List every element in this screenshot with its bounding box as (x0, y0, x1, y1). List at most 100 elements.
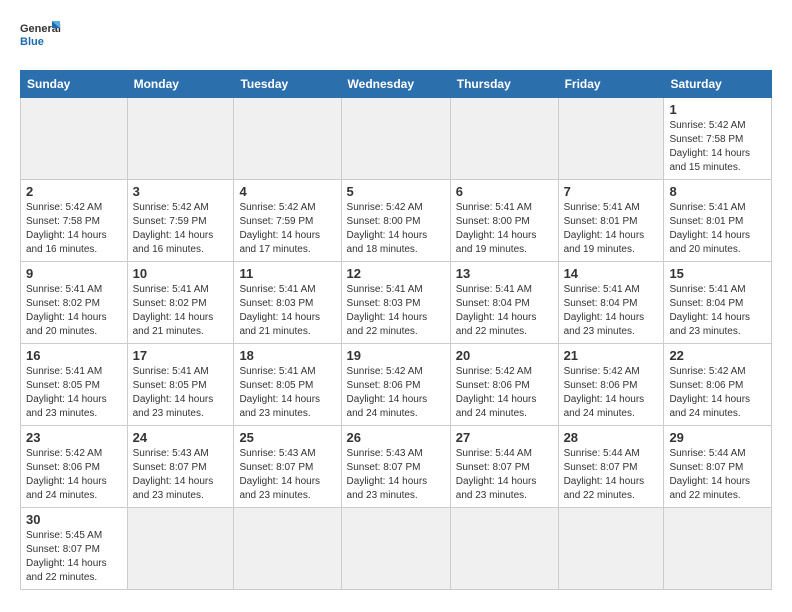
calendar-cell: 10 Sunrise: 5:41 AM Sunset: 8:02 PM Dayli… (127, 262, 234, 344)
day-sun-info: Sunrise: 5:42 AM Sunset: 8:00 PM Dayligh… (347, 201, 445, 257)
day-sun-info: Sunrise: 5:41 AM Sunset: 8:05 PM Dayligh… (26, 365, 122, 421)
day-number: 12 (347, 266, 445, 281)
calendar-cell: 7 Sunrise: 5:41 AM Sunset: 8:01 PM Daylig… (558, 180, 664, 262)
calendar-cell: 13 Sunrise: 5:41 AM Sunset: 8:04 PM Dayli… (450, 262, 558, 344)
weekday-header-thursday: Thursday (450, 71, 558, 98)
calendar-cell: 1 Sunrise: 5:42 AM Sunset: 7:58 PM Daylig… (664, 98, 772, 180)
calendar-cell: 3 Sunrise: 5:42 AM Sunset: 7:59 PM Daylig… (127, 180, 234, 262)
day-sun-info: Sunrise: 5:42 AM Sunset: 8:06 PM Dayligh… (456, 365, 553, 421)
day-sun-info: Sunrise: 5:41 AM Sunset: 8:02 PM Dayligh… (133, 283, 229, 339)
day-number: 19 (347, 348, 445, 363)
calendar-cell: 17 Sunrise: 5:41 AM Sunset: 8:05 PM Dayli… (127, 344, 234, 426)
weekday-header-friday: Friday (558, 71, 664, 98)
day-sun-info: Sunrise: 5:41 AM Sunset: 8:03 PM Dayligh… (239, 283, 335, 339)
day-sun-info: Sunrise: 5:44 AM Sunset: 8:07 PM Dayligh… (564, 447, 659, 503)
day-sun-info: Sunrise: 5:42 AM Sunset: 7:59 PM Dayligh… (133, 201, 229, 257)
day-sun-info: Sunrise: 5:42 AM Sunset: 7:59 PM Dayligh… (239, 201, 335, 257)
day-number: 1 (669, 102, 766, 117)
day-number: 25 (239, 430, 335, 445)
day-number: 26 (347, 430, 445, 445)
day-number: 29 (669, 430, 766, 445)
day-number: 6 (456, 184, 553, 199)
calendar-cell: 23Sunrise: 5:42 AM Sunset: 8:06 PM Dayli… (21, 426, 128, 508)
day-sun-info: Sunrise: 5:43 AM Sunset: 8:07 PM Dayligh… (239, 447, 335, 503)
logo: General Blue (20, 16, 64, 60)
day-number: 17 (133, 348, 229, 363)
calendar-week-row: 30Sunrise: 5:45 AM Sunset: 8:07 PM Dayli… (21, 508, 772, 590)
day-sun-info: Sunrise: 5:41 AM Sunset: 8:05 PM Dayligh… (239, 365, 335, 421)
day-sun-info: Sunrise: 5:45 AM Sunset: 8:07 PM Dayligh… (26, 529, 122, 585)
calendar-cell: 26 Sunrise: 5:43 AM Sunset: 8:07 PM Dayli… (341, 426, 450, 508)
day-sun-info: Sunrise: 5:41 AM Sunset: 8:05 PM Dayligh… (133, 365, 229, 421)
day-number: 24 (133, 430, 229, 445)
calendar-week-row: 23Sunrise: 5:42 AM Sunset: 8:06 PM Dayli… (21, 426, 772, 508)
weekday-header-tuesday: Tuesday (234, 71, 341, 98)
calendar-cell: 18 Sunrise: 5:41 AM Sunset: 8:05 PM Dayli… (234, 344, 341, 426)
day-sun-info: Sunrise: 5:41 AM Sunset: 8:04 PM Dayligh… (456, 283, 553, 339)
calendar-cell: 14Sunrise: 5:41 AM Sunset: 8:04 PM Dayli… (558, 262, 664, 344)
day-number: 4 (239, 184, 335, 199)
day-sun-info: Sunrise: 5:43 AM Sunset: 8:07 PM Dayligh… (347, 447, 445, 503)
calendar-cell: 20 Sunrise: 5:42 AM Sunset: 8:06 PM Dayli… (450, 344, 558, 426)
day-number: 2 (26, 184, 122, 199)
calendar-cell: 27Sunrise: 5:44 AM Sunset: 8:07 PM Dayli… (450, 426, 558, 508)
day-sun-info: Sunrise: 5:42 AM Sunset: 8:06 PM Dayligh… (564, 365, 659, 421)
calendar-cell: 12 Sunrise: 5:41 AM Sunset: 8:03 PM Dayli… (341, 262, 450, 344)
day-sun-info: Sunrise: 5:44 AM Sunset: 8:07 PM Dayligh… (669, 447, 766, 503)
day-sun-info: Sunrise: 5:41 AM Sunset: 8:03 PM Dayligh… (347, 283, 445, 339)
calendar-cell (21, 98, 128, 180)
day-sun-info: Sunrise: 5:41 AM Sunset: 8:01 PM Dayligh… (564, 201, 659, 257)
calendar-cell (664, 508, 772, 590)
calendar-cell (234, 508, 341, 590)
calendar-cell: 21Sunrise: 5:42 AM Sunset: 8:06 PM Dayli… (558, 344, 664, 426)
calendar-cell: 11 Sunrise: 5:41 AM Sunset: 8:03 PM Dayli… (234, 262, 341, 344)
calendar-cell: 4 Sunrise: 5:42 AM Sunset: 7:59 PM Daylig… (234, 180, 341, 262)
day-sun-info: Sunrise: 5:42 AM Sunset: 8:06 PM Dayligh… (347, 365, 445, 421)
day-sun-info: Sunrise: 5:42 AM Sunset: 7:58 PM Dayligh… (669, 119, 766, 175)
calendar-cell (127, 98, 234, 180)
calendar-cell (558, 98, 664, 180)
calendar-cell (341, 98, 450, 180)
calendar-cell: 2 Sunrise: 5:42 AM Sunset: 7:58 PM Daylig… (21, 180, 128, 262)
calendar-cell: 22Sunrise: 5:42 AM Sunset: 8:06 PM Dayli… (664, 344, 772, 426)
calendar-cell: 30Sunrise: 5:45 AM Sunset: 8:07 PM Dayli… (21, 508, 128, 590)
day-number: 11 (239, 266, 335, 281)
day-number: 20 (456, 348, 553, 363)
weekday-header-wednesday: Wednesday (341, 71, 450, 98)
calendar-cell (234, 98, 341, 180)
day-number: 13 (456, 266, 553, 281)
logo-svg: General Blue (20, 16, 64, 60)
day-number: 7 (564, 184, 659, 199)
day-number: 5 (347, 184, 445, 199)
calendar-cell: 28 Sunrise: 5:44 AM Sunset: 8:07 PM Dayli… (558, 426, 664, 508)
calendar-cell (450, 98, 558, 180)
day-number: 28 (564, 430, 659, 445)
day-sun-info: Sunrise: 5:41 AM Sunset: 8:04 PM Dayligh… (669, 283, 766, 339)
calendar-week-row: 9Sunrise: 5:41 AM Sunset: 8:02 PM Daylig… (21, 262, 772, 344)
weekday-header-saturday: Saturday (664, 71, 772, 98)
day-number: 3 (133, 184, 229, 199)
day-number: 8 (669, 184, 766, 199)
day-sun-info: Sunrise: 5:41 AM Sunset: 8:01 PM Dayligh… (669, 201, 766, 257)
calendar-cell: 6Sunrise: 5:41 AM Sunset: 8:00 PM Daylig… (450, 180, 558, 262)
calendar-cell (127, 508, 234, 590)
day-sun-info: Sunrise: 5:43 AM Sunset: 8:07 PM Dayligh… (133, 447, 229, 503)
calendar-cell: 25 Sunrise: 5:43 AM Sunset: 8:07 PM Dayli… (234, 426, 341, 508)
calendar-cell: 5 Sunrise: 5:42 AM Sunset: 8:00 PM Daylig… (341, 180, 450, 262)
calendar-cell: 8 Sunrise: 5:41 AM Sunset: 8:01 PM Daylig… (664, 180, 772, 262)
day-number: 18 (239, 348, 335, 363)
calendar-cell: 16 Sunrise: 5:41 AM Sunset: 8:05 PM Dayli… (21, 344, 128, 426)
weekday-header-sunday: Sunday (21, 71, 128, 98)
calendar-cell: 24 Sunrise: 5:43 AM Sunset: 8:07 PM Dayli… (127, 426, 234, 508)
day-number: 23 (26, 430, 122, 445)
day-number: 16 (26, 348, 122, 363)
calendar-table: SundayMondayTuesdayWednesdayThursdayFrid… (20, 70, 772, 590)
weekday-header-monday: Monday (127, 71, 234, 98)
calendar-cell: 19 Sunrise: 5:42 AM Sunset: 8:06 PM Dayli… (341, 344, 450, 426)
day-number: 22 (669, 348, 766, 363)
day-number: 10 (133, 266, 229, 281)
day-sun-info: Sunrise: 5:42 AM Sunset: 7:58 PM Dayligh… (26, 201, 122, 257)
calendar-week-row: 1 Sunrise: 5:42 AM Sunset: 7:58 PM Daylig… (21, 98, 772, 180)
calendar-cell: 15Sunrise: 5:41 AM Sunset: 8:04 PM Dayli… (664, 262, 772, 344)
svg-text:Blue: Blue (20, 36, 44, 48)
